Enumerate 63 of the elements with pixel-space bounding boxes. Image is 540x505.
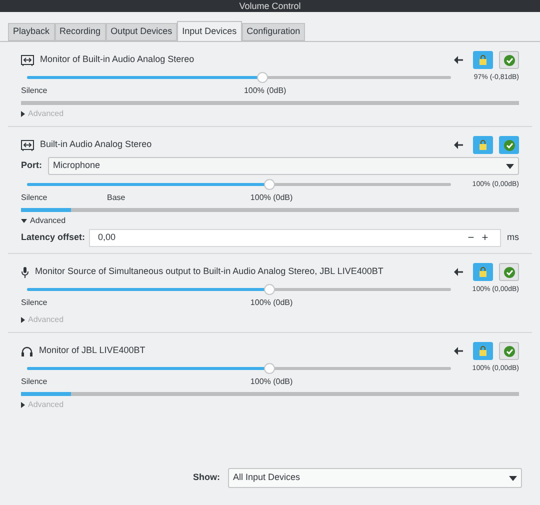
set-default-button[interactable] xyxy=(499,51,519,69)
set-default-button[interactable] xyxy=(499,263,519,281)
checkmark-icon xyxy=(504,266,514,278)
show-dropdown[interactable]: All Input Devices xyxy=(228,468,522,488)
set-default-button[interactable] xyxy=(499,136,519,154)
mute-toggle-icon[interactable] xyxy=(454,347,463,355)
lock-channels-button[interactable] xyxy=(473,51,493,69)
mute-toggle-icon[interactable] xyxy=(454,56,463,64)
device-name: Monitor Source of Simultaneous output to Built-in Audio Analog Stereo, JBL LIVE400BT xyxy=(35,265,384,278)
collapsed-triangle-icon xyxy=(21,111,25,117)
device-name: Monitor of JBL LIVE400BT xyxy=(39,344,146,358)
scale-label: Base xyxy=(107,192,126,204)
tab[interactable]: Playback xyxy=(8,23,55,41)
tab[interactable]: Output Devices xyxy=(106,23,178,41)
sound-card-icon xyxy=(21,54,34,66)
scale-label: 100% (0dB) xyxy=(250,376,293,388)
sound-card-icon xyxy=(21,140,34,150)
scale-label: Silence xyxy=(21,297,48,309)
device-name: Built-in Audio Analog Stereo xyxy=(40,138,153,152)
tab[interactable]: Configuration xyxy=(242,23,306,41)
scale-label: Silence xyxy=(21,376,48,388)
latency-label: Latency offset: xyxy=(21,231,86,244)
padlock-icon xyxy=(478,140,488,150)
unit-label: ms xyxy=(507,231,519,244)
volume-slider[interactable] xyxy=(27,362,451,374)
checkmark-icon xyxy=(504,54,514,66)
mute-toggle-icon[interactable] xyxy=(454,141,463,149)
port-label: Port: xyxy=(21,159,42,172)
collapsed-triangle-icon xyxy=(21,317,25,323)
checkmark-icon xyxy=(504,346,514,356)
lock-channels-button[interactable] xyxy=(473,136,493,154)
decrement-button[interactable]: − xyxy=(464,230,478,246)
volume-slider[interactable] xyxy=(27,178,451,190)
volume-slider[interactable] xyxy=(27,283,451,295)
tab[interactable]: Input Devices xyxy=(177,21,242,41)
checkmark-icon xyxy=(504,140,514,150)
scale-label: 100% (0dB) xyxy=(250,297,293,309)
mute-toggle-icon[interactable] xyxy=(454,268,463,276)
scale-label: 100% (0dB) xyxy=(244,85,286,97)
show-label: Show: xyxy=(193,471,220,484)
tab[interactable]: Recording xyxy=(54,23,106,41)
port-dropdown[interactable]: Microphone xyxy=(48,157,519,175)
expanded-triangle-icon xyxy=(21,219,27,223)
scale-label: Silence xyxy=(21,85,48,97)
padlock-icon xyxy=(478,346,488,356)
padlock-icon xyxy=(478,55,488,65)
microphone-icon xyxy=(21,266,29,278)
padlock-icon xyxy=(478,267,488,277)
scale-label: 100% (0dB) xyxy=(250,192,293,204)
window-title: Volume Control xyxy=(239,1,301,11)
dropdown-caret-icon xyxy=(506,164,514,168)
increment-button[interactable]: + xyxy=(478,230,492,246)
device-name: Monitor of Built-in Audio Analog Stereo xyxy=(40,53,196,66)
scale-label: Silence xyxy=(21,192,48,204)
volume-slider[interactable] xyxy=(27,71,451,83)
advanced-expander[interactable]: Advanced xyxy=(21,215,519,227)
set-default-button[interactable] xyxy=(499,342,519,360)
latency-spinbox[interactable]: 0,00 − + xyxy=(89,229,501,247)
lock-channels-button[interactable] xyxy=(473,263,493,281)
collapsed-triangle-icon xyxy=(21,402,25,408)
lock-channels-button[interactable] xyxy=(473,342,493,360)
headphones-icon xyxy=(21,346,33,356)
dropdown-caret-icon xyxy=(509,476,517,480)
